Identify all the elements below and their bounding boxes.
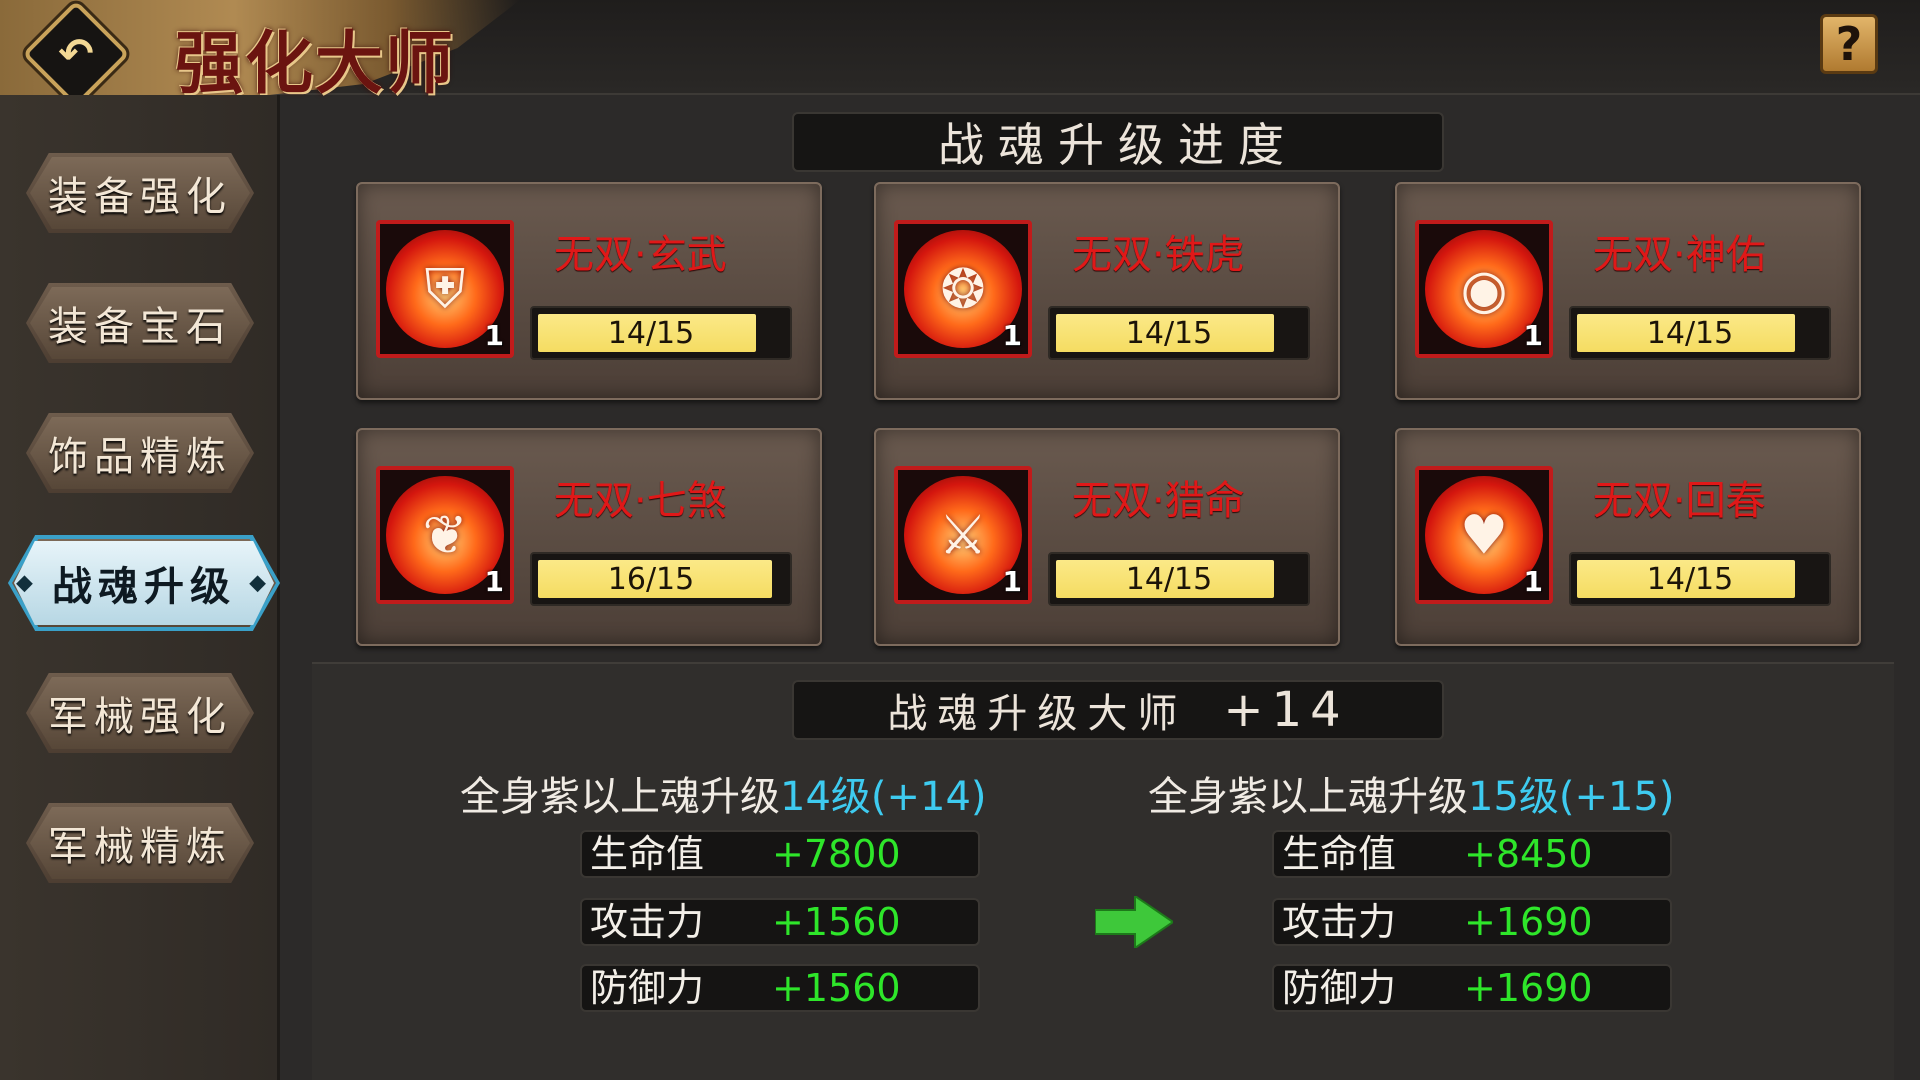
- tiger-soul-icon: ❂ 1: [894, 220, 1032, 358]
- current-stat-row: 防御力 +1560: [580, 964, 980, 1012]
- help-button[interactable]: ?: [1820, 14, 1878, 74]
- sidebar-item-label: 饰品精炼: [48, 434, 232, 480]
- soul-card[interactable]: ❂ 1 无双·铁虎 14/15: [874, 182, 1340, 400]
- current-tier-prefix: 全身紫以上魂升级: [460, 774, 780, 820]
- soul-card[interactable]: ⚔ 1 无双·猎命 14/15: [874, 428, 1340, 646]
- stat-value: +7800: [772, 832, 901, 876]
- stat-name: 防御力: [1282, 966, 1397, 1010]
- progress-bar: 14/15: [530, 306, 792, 360]
- sidebar-item-armament-enhance[interactable]: 军械强化: [26, 673, 254, 753]
- soul-level: 1: [484, 319, 504, 352]
- soul-name: 无双·玄武: [554, 232, 727, 278]
- progress-text: 14/15: [1125, 561, 1213, 597]
- sidebar-item-equipment-enhance[interactable]: 装备强化: [26, 153, 254, 233]
- stat-value: +1690: [1464, 966, 1593, 1010]
- stat-value: +1690: [1464, 900, 1593, 944]
- sidebar-item-label: 军械精炼: [48, 824, 232, 870]
- next-tier-prefix: 全身紫以上魂升级: [1148, 774, 1468, 820]
- progress-bar: 16/15: [530, 552, 792, 606]
- stat-name: 攻击力: [1282, 900, 1397, 944]
- soul-card[interactable]: ❦ 1 无双·七煞 16/15: [356, 428, 822, 646]
- soul-name: 无双·猎命: [1072, 478, 1245, 524]
- green-right-arrow-icon: [1095, 896, 1173, 948]
- stat-name: 攻击力: [590, 900, 705, 944]
- sidebar-item-label: 装备宝石: [48, 304, 232, 350]
- next-stat-row: 生命值 +8450: [1272, 830, 1672, 878]
- soul-name: 无双·回春: [1593, 478, 1766, 524]
- phoenix-soul-icon: ❦ 1: [376, 466, 514, 604]
- current-stat-row: 生命值 +7800: [580, 830, 980, 878]
- soul-level: 1: [1523, 319, 1543, 352]
- progress-text: 14/15: [1646, 561, 1734, 597]
- stat-name: 生命值: [1282, 832, 1397, 876]
- shield-soul-icon: ⛨ 1: [376, 220, 514, 358]
- stat-value: +1560: [772, 966, 901, 1010]
- top-bar: ↶ 强化大师 ?: [0, 0, 1920, 120]
- master-title: 战魂升级大师: [887, 691, 1188, 737]
- stat-name: 防御力: [590, 966, 705, 1010]
- progress-text: 14/15: [607, 315, 695, 351]
- soul-level: 1: [1002, 319, 1022, 352]
- current-tier-title: 全身紫以上魂升级14级(+14): [460, 764, 987, 822]
- sidebar-item-label: 战魂升级: [52, 564, 236, 610]
- sidebar: 装备强化 装备宝石 饰品精炼 ◆ 战魂升级 ◆ 军械强化 军械精炼: [0, 95, 280, 1080]
- soul-level: 1: [1523, 565, 1543, 598]
- master-bonus: +14: [1223, 682, 1349, 738]
- page-title: 强化大师: [175, 24, 456, 104]
- sidebar-item-label: 军械强化: [48, 694, 232, 740]
- soul-card[interactable]: ⛨ 1 无双·玄武 14/15: [356, 182, 822, 400]
- current-stat-row: 攻击力 +1560: [580, 898, 980, 946]
- next-tier-level: 15级(+15): [1468, 774, 1675, 820]
- stat-value: +8450: [1464, 832, 1593, 876]
- progress-bar: 14/15: [1569, 552, 1831, 606]
- soul-level: 1: [484, 565, 504, 598]
- progress-text: 16/15: [607, 561, 695, 597]
- master-section-title: 战魂升级大师 +14: [792, 680, 1444, 740]
- next-tier-title: 全身紫以上魂升级15级(+15): [1148, 764, 1675, 822]
- soul-level: 1: [1002, 565, 1022, 598]
- chevron-right-icon: ◆: [249, 570, 272, 596]
- progress-bar: 14/15: [1048, 552, 1310, 606]
- ward-soul-icon: ◉ 1: [1415, 220, 1553, 358]
- current-tier-level: 14级(+14): [780, 774, 987, 820]
- sidebar-item-label: 装备强化: [48, 174, 232, 220]
- sidebar-item-soul-upgrade[interactable]: ◆ 战魂升级 ◆: [8, 535, 280, 631]
- progress-bar: 14/15: [1048, 306, 1310, 360]
- progress-text: 14/15: [1125, 315, 1213, 351]
- next-stat-row: 防御力 +1690: [1272, 964, 1672, 1012]
- progress-bar: 14/15: [1569, 306, 1831, 360]
- progress-text: 14/15: [1646, 315, 1734, 351]
- back-arrow-icon: ↶: [58, 29, 94, 79]
- blade-soul-icon: ⚔ 1: [894, 466, 1032, 604]
- sidebar-item-equipment-gem[interactable]: 装备宝石: [26, 283, 254, 363]
- soul-name: 无双·七煞: [554, 478, 727, 524]
- chevron-left-icon: ◆: [16, 570, 39, 596]
- soul-name: 无双·铁虎: [1072, 232, 1245, 278]
- stat-value: +1560: [772, 900, 901, 944]
- soul-card[interactable]: ◉ 1 无双·神佑 14/15: [1395, 182, 1861, 400]
- next-stat-row: 攻击力 +1690: [1272, 898, 1672, 946]
- stat-name: 生命值: [590, 832, 705, 876]
- sidebar-item-armament-refine[interactable]: 军械精炼: [26, 803, 254, 883]
- heart-soul-icon: ♥ 1: [1415, 466, 1553, 604]
- sidebar-item-accessory-refine[interactable]: 饰品精炼: [26, 413, 254, 493]
- progress-section-title: 战魂升级进度: [792, 112, 1444, 172]
- soul-card[interactable]: ♥ 1 无双·回春 14/15: [1395, 428, 1861, 646]
- soul-name: 无双·神佑: [1593, 232, 1766, 278]
